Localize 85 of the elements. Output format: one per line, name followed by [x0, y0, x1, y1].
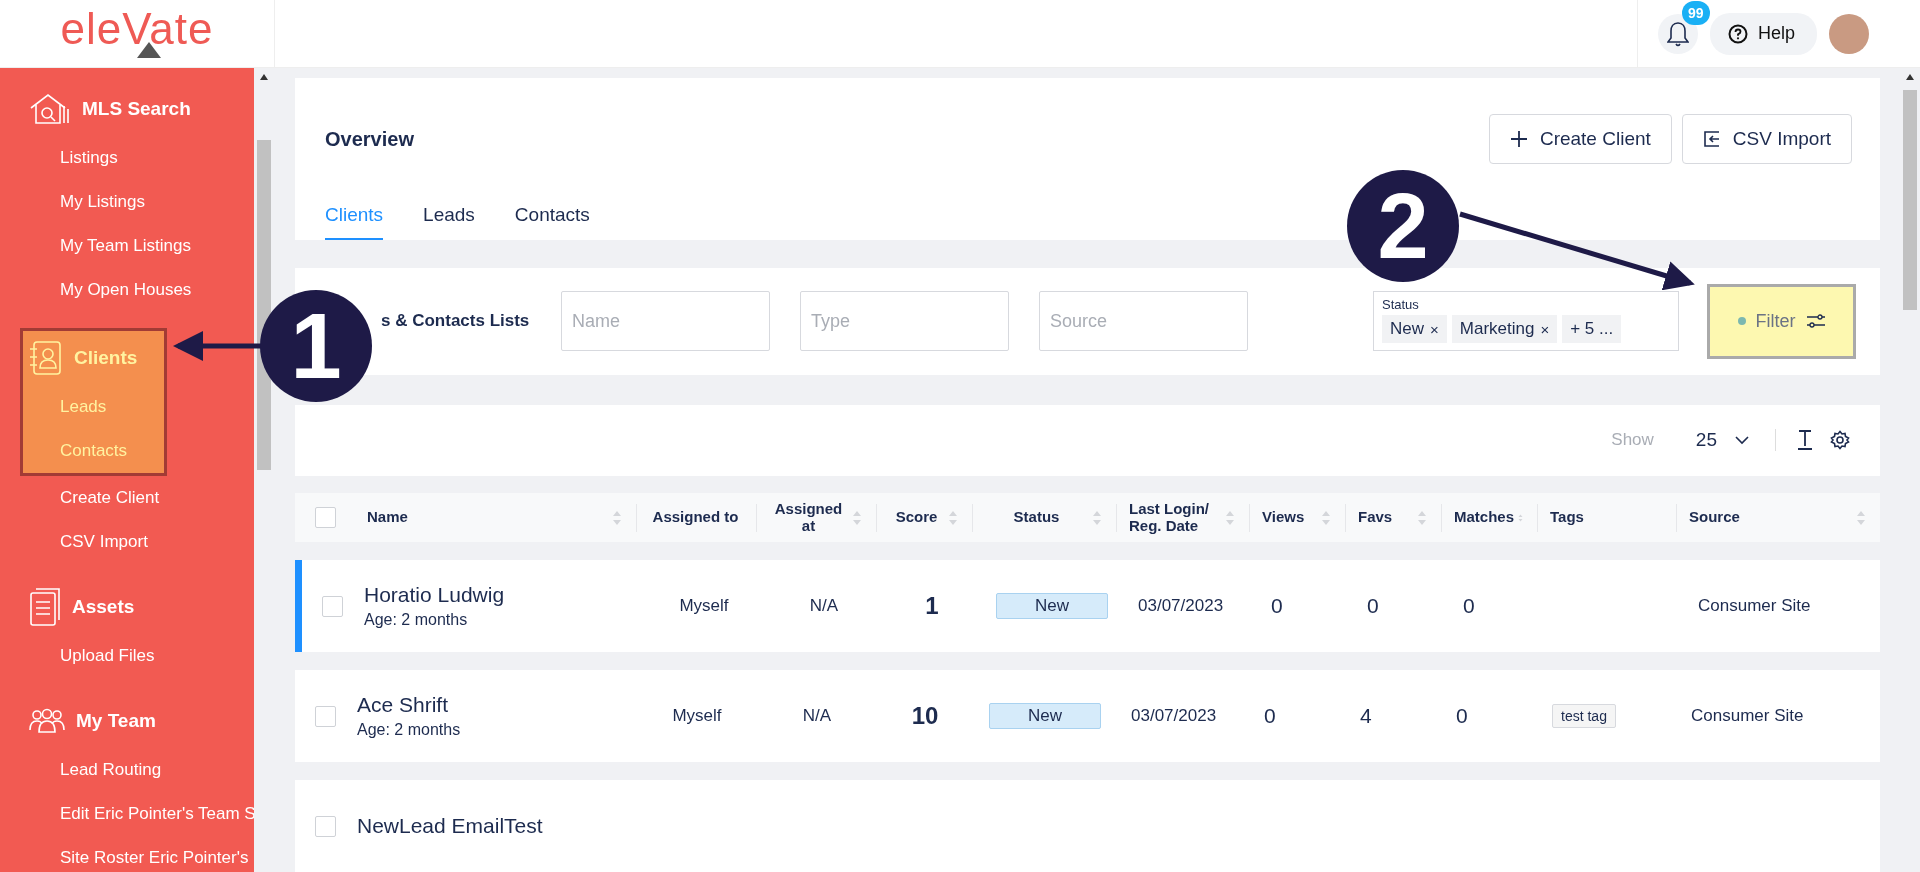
text-cursor-icon[interactable]	[1796, 430, 1814, 451]
house-search-icon	[28, 92, 72, 126]
sort-icon[interactable]	[612, 509, 622, 526]
page-size-select[interactable]: 25	[1689, 428, 1755, 453]
column-header[interactable]: Views	[1250, 503, 1346, 532]
column-header[interactable]: Score	[877, 503, 973, 532]
score-value: 10	[911, 702, 939, 729]
table-row[interactable]: Horatio Ludwig Age: 2 months Myself N/A 1 New 03/07/2023 0 0 0 Consumer Site	[295, 560, 1880, 652]
documents-icon	[28, 587, 62, 627]
scroll-up-icon[interactable]	[260, 74, 268, 80]
tag: test tag	[1552, 704, 1616, 728]
column-header[interactable]: Status	[973, 503, 1117, 532]
column-header[interactable]: Favs	[1346, 503, 1442, 532]
input-field[interactable]: Source	[1039, 291, 1248, 352]
matches-count: 0	[1456, 704, 1468, 727]
scrollbar-thumb[interactable]	[1903, 90, 1917, 310]
table-row[interactable]: Ace Shrift Age: 2 months Myself N/A 10 New 03/07/2023 0 4 0 test tag Consumer Site	[295, 670, 1880, 762]
client-name[interactable]: NewLead EmailTest	[357, 814, 637, 838]
sort-icon[interactable]	[1321, 509, 1331, 526]
sort-icon[interactable]	[1417, 509, 1427, 526]
status-chip[interactable]: Marketing ×	[1451, 315, 1558, 344]
create-client-button[interactable]: Create Client	[1488, 114, 1672, 164]
people-icon	[28, 708, 66, 734]
column-header[interactable]: Matches	[1442, 503, 1538, 532]
views-count: 0	[1271, 594, 1283, 617]
settings-icon[interactable]	[1830, 430, 1850, 451]
table-cell: 03/07/2023	[1138, 596, 1224, 615]
client-age: Age: 2 months	[357, 721, 462, 739]
scroll-up-icon[interactable]	[1906, 74, 1914, 80]
sort-icon[interactable]	[1092, 509, 1102, 526]
column-header[interactable]: Source	[1677, 503, 1880, 532]
avatar[interactable]	[1829, 13, 1870, 54]
table-cell: Myself	[679, 596, 729, 615]
list-title: s & Contacts Lists	[381, 311, 531, 332]
overview-title: Overview	[325, 127, 414, 151]
status-badge: New	[989, 703, 1101, 729]
table-cell: Consumer Site	[1698, 596, 1811, 615]
plus-icon	[1509, 130, 1528, 148]
table-cell: 03/07/2023	[1131, 706, 1217, 725]
tab[interactable]: Contacts	[514, 194, 590, 240]
sort-icon[interactable]	[852, 509, 862, 526]
input-field[interactable]: Name	[561, 291, 770, 352]
status-chip[interactable]: New ×	[1382, 315, 1447, 344]
column-header[interactable]: Name	[355, 503, 637, 532]
row-checkbox[interactable]	[321, 595, 343, 617]
favs-count: 0	[1367, 594, 1379, 617]
scrollbar-thumb[interactable]	[257, 140, 271, 470]
table-cell: Consumer Site	[1691, 706, 1804, 725]
sort-icon[interactable]	[1856, 509, 1866, 526]
sort-icon[interactable]	[948, 509, 958, 526]
table-cell: N/A	[802, 706, 832, 725]
column-header[interactable]: Last Login/ Reg. Date	[1117, 503, 1250, 532]
matches-count: 0	[1463, 594, 1475, 617]
column-header[interactable]: Assigned to	[637, 503, 757, 532]
status-select[interactable]: Status New × Marketing × + 5 ...	[1373, 291, 1679, 352]
favs-count: 4	[1360, 704, 1372, 727]
show-label: Show	[1611, 430, 1654, 451]
column-header[interactable]: Tags	[1538, 503, 1677, 532]
sliders-icon	[1805, 313, 1826, 330]
column-header[interactable]: Assigned at	[757, 503, 877, 532]
caret-icon	[1735, 435, 1749, 446]
client-age: Age: 2 months	[364, 611, 469, 629]
input-field[interactable]: Type	[800, 291, 1009, 352]
help-button[interactable]: Help	[1710, 12, 1818, 55]
table-cell: Myself	[672, 706, 722, 725]
select-all-checkbox[interactable]	[314, 507, 336, 528]
client-name[interactable]: Ace Shrift	[357, 693, 637, 717]
contact-card-icon	[28, 339, 64, 377]
question-icon	[1728, 23, 1748, 44]
row-checkbox[interactable]	[314, 815, 336, 837]
tab[interactable]: Leads	[423, 194, 475, 240]
status-badge: New	[996, 593, 1108, 619]
sort-icon[interactable]	[1225, 509, 1235, 526]
status-dot-icon	[1737, 317, 1746, 326]
client-name[interactable]: Horatio Ludwig	[364, 583, 644, 607]
row-checkbox[interactable]	[314, 705, 336, 727]
score-value: 1	[925, 592, 939, 619]
filter-button[interactable]: Filter	[1707, 283, 1856, 359]
status-chip[interactable]: + 5 ...	[1562, 315, 1622, 344]
table-row[interactable]: NewLead EmailTest	[295, 780, 1880, 872]
import-icon	[1702, 130, 1721, 148]
views-count: 0	[1264, 704, 1276, 727]
csv-import-button[interactable]: CSV Import	[1681, 114, 1852, 164]
table-cell: N/A	[809, 596, 839, 615]
notification-badge: 99	[1682, 1, 1710, 25]
